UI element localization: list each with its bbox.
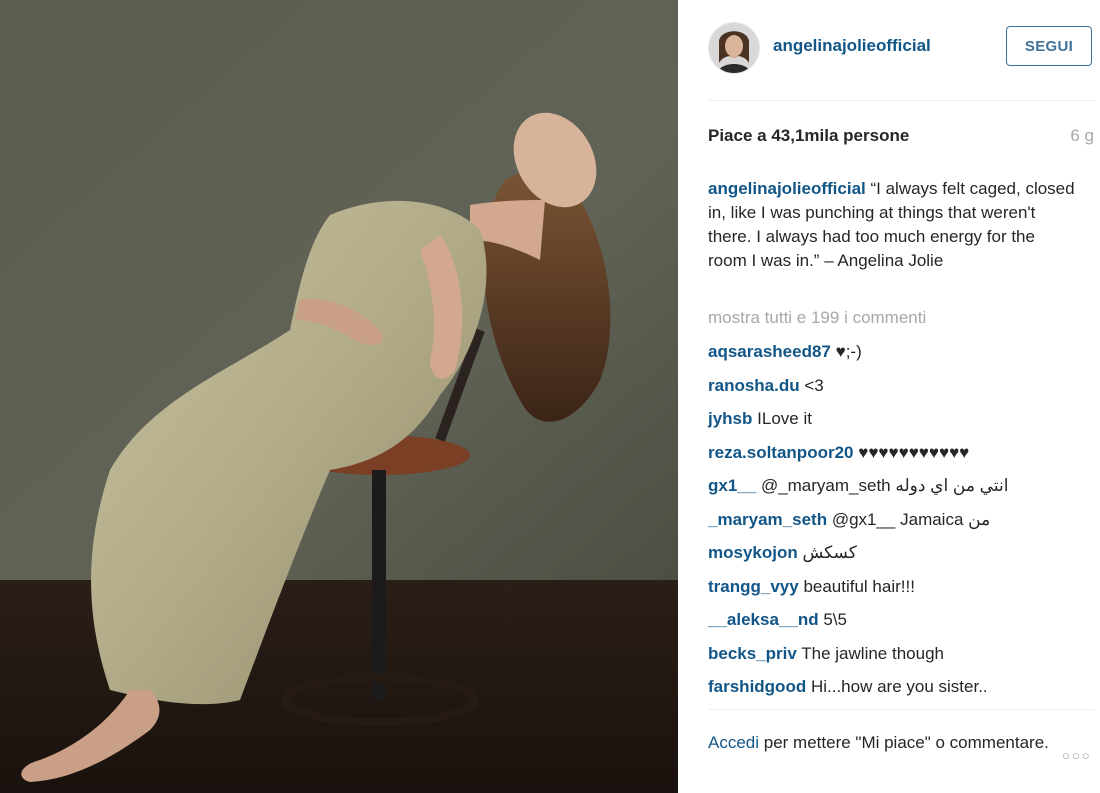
comment-item: reza.soltanpoor20 ♥♥♥♥♥♥♥♥♥♥♥ xyxy=(708,441,1094,475)
comment-text: Hi...how are you sister.. xyxy=(810,677,988,696)
comment-username[interactable]: gx1__ xyxy=(708,476,756,495)
login-prompt: Accedi per mettere "Mi piace" o commenta… xyxy=(708,730,1094,755)
comment-username[interactable]: becks_priv xyxy=(708,644,797,663)
login-prompt-text: per mettere "Mi piace" o commentare. xyxy=(759,733,1049,752)
likes-count[interactable]: Piace a 43,1mila persone xyxy=(708,126,909,146)
comment-item: _maryam_seth @gx1__ Jamaica من xyxy=(708,508,1094,542)
comment-text: ♥♥♥♥♥♥♥♥♥♥♥ xyxy=(858,442,970,462)
comment-username[interactable]: ranosha.du xyxy=(708,376,800,395)
comment-text: ILove it xyxy=(757,409,812,428)
post-time[interactable]: 6 g xyxy=(1070,126,1094,146)
comment-item: becks_priv The jawline though xyxy=(708,642,1094,676)
login-link[interactable]: Accedi xyxy=(708,733,759,752)
comment-text: 5\5 xyxy=(823,610,847,629)
comment-item: farshidgood Hi...how are you sister.. xyxy=(708,675,1094,709)
comment-username[interactable]: trangg_vyy xyxy=(708,577,799,596)
comment-item: ranosha.du <3 xyxy=(708,374,1094,408)
more-options-icon[interactable]: ○○○ xyxy=(1062,748,1092,763)
post-sidebar: angelinajolieofficial SEGUI Piace a 43,1… xyxy=(678,0,1100,793)
post-image xyxy=(0,0,678,793)
view-all-comments-link[interactable]: mostra tutti e 199 i commenti xyxy=(708,308,926,328)
avatar[interactable] xyxy=(708,22,760,74)
comment-username[interactable]: farshidgood xyxy=(708,677,806,696)
caption-username[interactable]: angelinajolieofficial xyxy=(708,179,866,198)
avatar-image xyxy=(709,23,759,73)
comment-text: <3 xyxy=(804,375,824,395)
comment-username[interactable]: __aleksa__nd xyxy=(708,610,819,629)
comment-list: aqsarasheed87 ♥;-) ranosha.du <3 jyhsb ILo… xyxy=(708,340,1094,709)
comment-text: The jawline though xyxy=(801,643,944,663)
comment-item: aqsarasheed87 ♥;-) xyxy=(708,340,1094,374)
comment-item: __aleksa__nd 5\5 xyxy=(708,608,1094,642)
comment-username[interactable]: reza.soltanpoor20 xyxy=(708,443,854,462)
comment-text: @_maryam_seth انتي من اي دوله xyxy=(760,476,1009,495)
comment-text: ♥;-) xyxy=(835,342,862,361)
comment-item: mosykojon كسكش xyxy=(708,541,1094,575)
comment-username[interactable]: jyhsb xyxy=(708,409,752,428)
post-header: angelinajolieofficial SEGUI xyxy=(678,0,1100,100)
divider xyxy=(708,709,1094,710)
comment-text: beautiful hair!!! xyxy=(803,576,915,596)
comment-item: trangg_vyy beautiful hair!!! xyxy=(708,575,1094,609)
comment-text: @gx1__ Jamaica من xyxy=(831,509,991,529)
likes-row: Piace a 43,1mila persone 6 g xyxy=(708,126,1094,146)
comment-username[interactable]: _maryam_seth xyxy=(708,510,827,529)
post-caption: angelinajolieofficial “I always felt cag… xyxy=(708,177,1078,273)
comment-item: jyhsb ILove it xyxy=(708,407,1094,441)
comment-username[interactable]: aqsarasheed87 xyxy=(708,342,831,361)
comment-text: كسكش xyxy=(802,543,857,562)
divider xyxy=(708,100,1094,101)
follow-button[interactable]: SEGUI xyxy=(1006,26,1092,66)
instagram-post: angelinajolieofficial SEGUI Piace a 43,1… xyxy=(0,0,1100,793)
comment-item: gx1__ @_maryam_seth انتي من اي دوله xyxy=(708,474,1094,508)
post-username[interactable]: angelinajolieofficial xyxy=(773,36,931,56)
post-photo[interactable] xyxy=(0,0,678,793)
comment-username[interactable]: mosykojon xyxy=(708,543,798,562)
